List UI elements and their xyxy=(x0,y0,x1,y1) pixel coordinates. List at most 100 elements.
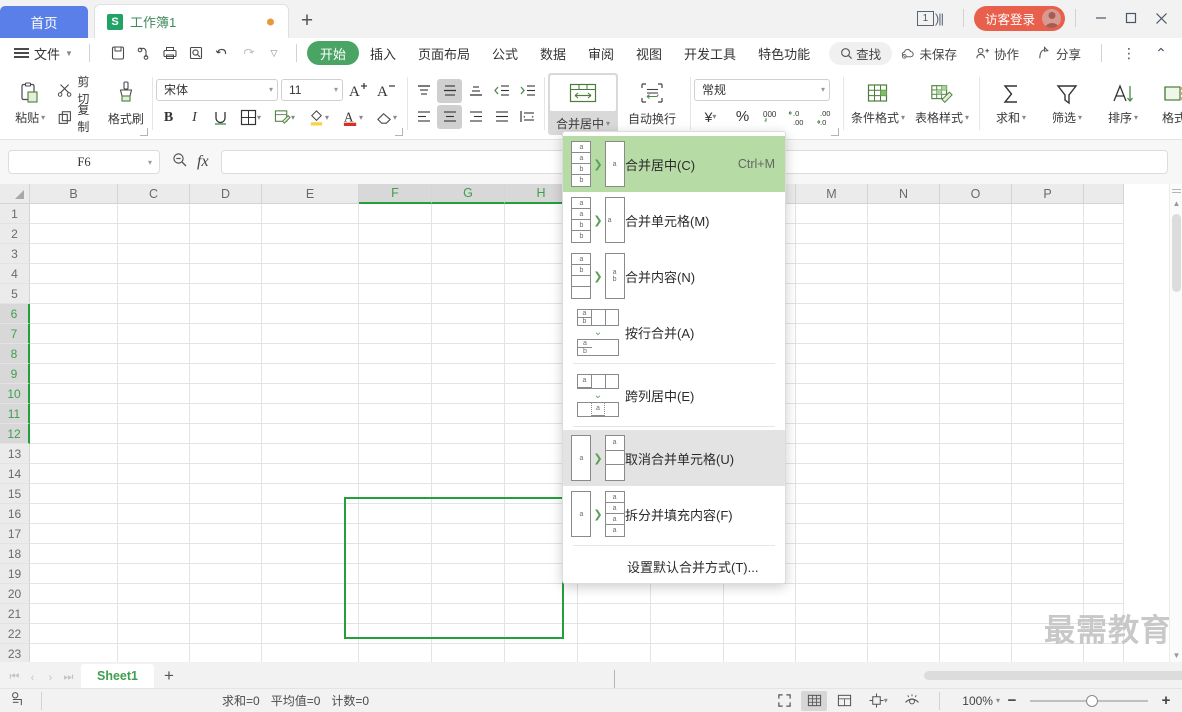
grid-cell[interactable] xyxy=(1012,544,1084,564)
grid-cell[interactable] xyxy=(940,284,1012,304)
name-box[interactable]: F6 ▾ xyxy=(8,150,160,174)
grid-cell[interactable] xyxy=(262,224,359,244)
zoom-slider[interactable] xyxy=(1030,694,1148,708)
align-bottom-button[interactable] xyxy=(463,79,488,103)
grid-cell[interactable] xyxy=(1012,484,1084,504)
grid-cell[interactable] xyxy=(868,224,940,244)
grid-cell[interactable] xyxy=(118,644,190,662)
menu-item-unmerge-cells[interactable]: a ❯ a 取消合并单元格(U) xyxy=(563,430,785,486)
grid-cell[interactable] xyxy=(359,504,432,524)
redo-icon[interactable] xyxy=(236,41,260,65)
find-button[interactable]: 查找 xyxy=(829,41,893,65)
grid-cell[interactable] xyxy=(1012,244,1084,264)
grid-cell[interactable] xyxy=(359,424,432,444)
grid-cell[interactable] xyxy=(30,584,118,604)
grid-cell[interactable] xyxy=(190,484,262,504)
grid-cell[interactable] xyxy=(190,564,262,584)
grid-cell[interactable] xyxy=(262,264,359,284)
grid-cell[interactable] xyxy=(796,464,868,484)
grid-cell[interactable] xyxy=(118,204,190,224)
grid-cell[interactable] xyxy=(118,284,190,304)
grid-cell[interactable] xyxy=(359,544,432,564)
grid-cell[interactable] xyxy=(796,404,868,424)
sheet-tab-sheet1[interactable]: Sheet1 xyxy=(81,664,154,688)
align-middle-button[interactable] xyxy=(437,78,463,103)
file-menu-button[interactable]: 文件 ▼ xyxy=(8,44,79,63)
grid-cell[interactable] xyxy=(262,604,359,624)
grid-cell[interactable] xyxy=(262,324,359,344)
cell-style-button[interactable]: ▾ xyxy=(268,106,301,130)
last-sheet-button[interactable]: ⏭ xyxy=(60,671,77,684)
grid-cell[interactable] xyxy=(30,544,118,564)
grid-cell[interactable] xyxy=(118,584,190,604)
grid-cell[interactable] xyxy=(359,384,432,404)
grid-cell[interactable] xyxy=(1084,304,1124,324)
menu-item-default-merge-settings[interactable]: 设置默认合并方式(T)... xyxy=(563,549,785,583)
grid-cell[interactable] xyxy=(118,384,190,404)
number-dialog-launcher[interactable] xyxy=(831,128,840,136)
grid-cell[interactable] xyxy=(796,644,868,662)
grid-cell[interactable] xyxy=(1084,244,1124,264)
grid-cell[interactable] xyxy=(796,244,868,264)
grid-cell[interactable] xyxy=(30,264,118,284)
fill-color-button[interactable]: ▾ xyxy=(302,106,335,130)
macro-record-button[interactable] xyxy=(10,691,27,711)
grid-cell[interactable] xyxy=(30,624,118,644)
menu-item-merge-center[interactable]: aabb ❯ a 合并居中(C) Ctrl+M xyxy=(563,136,785,192)
guest-login-button[interactable]: 访客登录 xyxy=(973,5,1065,31)
grid-cell[interactable] xyxy=(1084,444,1124,464)
tab-special-features[interactable]: 特色功能 xyxy=(747,41,821,65)
column-header-B[interactable]: B xyxy=(30,184,118,204)
grid-cell[interactable] xyxy=(1084,204,1124,224)
grid-cell[interactable] xyxy=(505,604,578,624)
grid-cell[interactable] xyxy=(1012,364,1084,384)
hscroll-thumb[interactable] xyxy=(924,671,1182,680)
grid-cell[interactable] xyxy=(796,624,868,644)
grid-cell[interactable] xyxy=(118,244,190,264)
column-header-G[interactable]: G xyxy=(432,184,505,204)
row-header-8[interactable]: 8 xyxy=(0,344,30,364)
grid-cell[interactable] xyxy=(1012,424,1084,444)
grid-cell[interactable] xyxy=(651,584,724,604)
grid-cell[interactable] xyxy=(940,544,1012,564)
grid-cell[interactable] xyxy=(868,384,940,404)
grid-cell[interactable] xyxy=(190,404,262,424)
grid-cell[interactable] xyxy=(868,344,940,364)
grid-cell[interactable] xyxy=(1012,524,1084,544)
menu-item-merge-cells[interactable]: aabb ❯ a 合并单元格(M) xyxy=(563,192,785,248)
grid-cell[interactable] xyxy=(868,524,940,544)
grid-cell[interactable] xyxy=(796,264,868,284)
grid-cell[interactable] xyxy=(940,384,1012,404)
grid-cell[interactable] xyxy=(868,464,940,484)
grid-cell[interactable] xyxy=(118,424,190,444)
grid-cell[interactable] xyxy=(118,464,190,484)
grid-cell[interactable] xyxy=(432,384,505,404)
row-header-6[interactable]: 6 xyxy=(0,304,30,324)
grid-cell[interactable] xyxy=(868,264,940,284)
grid-cell[interactable] xyxy=(651,644,724,662)
grid-cell[interactable] xyxy=(1012,224,1084,244)
zoom-in-button[interactable]: + xyxy=(1158,692,1174,709)
grid-cell[interactable] xyxy=(30,324,118,344)
grid-cell[interactable] xyxy=(940,244,1012,264)
grid-cell[interactable] xyxy=(578,584,651,604)
print-preview-icon[interactable] xyxy=(184,41,208,65)
conditional-format-button[interactable]: 条件格式 ▾ xyxy=(847,73,909,135)
tab-page-layout[interactable]: 页面布局 xyxy=(407,41,481,65)
paste-button[interactable]: 粘贴 ▾ xyxy=(8,73,52,135)
grid-cell[interactable] xyxy=(651,604,724,624)
increase-indent-button[interactable] xyxy=(515,79,540,103)
column-header-N[interactable]: N xyxy=(868,184,940,204)
grid-cell[interactable] xyxy=(262,624,359,644)
grid-cell[interactable] xyxy=(1012,584,1084,604)
minimize-button[interactable] xyxy=(1086,4,1116,32)
grid-cell[interactable] xyxy=(30,244,118,264)
grid-cell[interactable] xyxy=(118,404,190,424)
row-header-10[interactable]: 10 xyxy=(0,384,30,404)
grid-cell[interactable] xyxy=(796,324,868,344)
grid-cell[interactable] xyxy=(30,284,118,304)
grid-cell[interactable] xyxy=(796,364,868,384)
grid-cell[interactable] xyxy=(940,524,1012,544)
grid-cell[interactable] xyxy=(1012,444,1084,464)
grid-cell[interactable] xyxy=(432,324,505,344)
